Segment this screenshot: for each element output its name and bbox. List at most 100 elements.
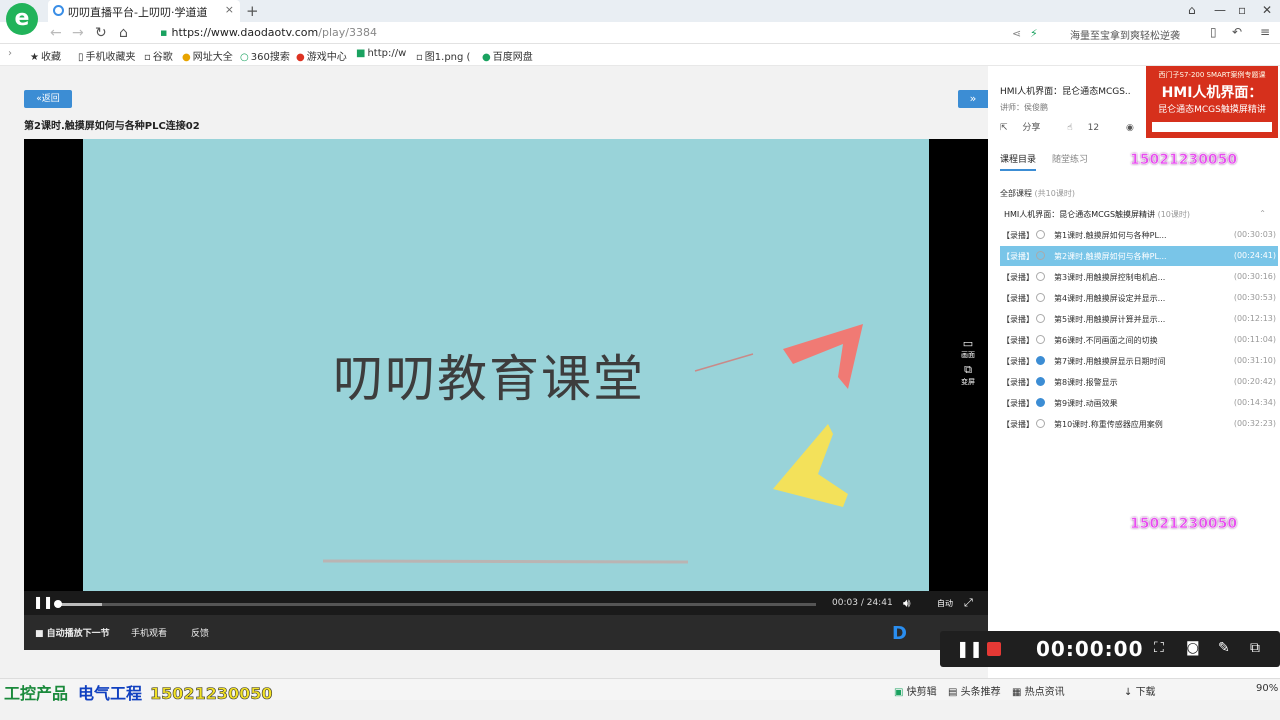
tab-practice[interactable]: 随堂练习	[1052, 152, 1088, 165]
lightning-icon[interactable]: ⚡	[1030, 27, 1038, 40]
lesson-name: 第6课时.不同画面之间的切换	[1054, 336, 1158, 345]
bookmark-toggle-icon[interactable]: ›	[8, 48, 12, 59]
bookmark-item[interactable]: ● 网址大全	[182, 48, 233, 63]
forward-nav-icon[interactable]: →	[72, 25, 84, 41]
game-icon: ●	[296, 52, 305, 63]
like-button[interactable]: ☝ 12	[1067, 123, 1111, 133]
banner-strip	[1152, 122, 1272, 132]
record-pause-button[interactable]: ❚❚	[956, 639, 983, 658]
pause-button[interactable]: ❚❚	[33, 595, 53, 609]
star-icon: ★	[30, 52, 39, 63]
new-tab-button[interactable]: +	[246, 2, 259, 20]
browser-logo-icon[interactable]: e	[6, 3, 38, 35]
lesson-tag: 【录播】	[1002, 336, 1034, 345]
time-display: 00:03 / 24:41	[832, 598, 893, 608]
lesson-row[interactable]: 【录播】 第2课时.触摸屏如何与各种PL... (00:24:41)	[1000, 246, 1278, 266]
course-sidebar: HMI人机界面：昆仑通态MCGS... 讲师：侯俊鹏 ⇱ 分享 ☝ 12 ◉ 8…	[988, 66, 1280, 680]
screen-label: 画面	[961, 351, 975, 359]
pen-icon[interactable]: ✎	[1218, 640, 1230, 656]
fullscreen-icon[interactable]: ⤢	[964, 596, 973, 610]
feedback-link[interactable]: 反馈	[191, 626, 209, 639]
undo-icon[interactable]: ↶	[1232, 25, 1242, 39]
tab-close-icon[interactable]: ×	[225, 3, 234, 16]
progress-circle-icon	[1036, 230, 1045, 239]
maximize-button[interactable]: ▫	[1238, 3, 1246, 17]
bookmark-item[interactable]: ○ 360搜索	[240, 48, 290, 63]
progress-knob[interactable]	[54, 600, 62, 608]
lesson-name: 第8课时.报警显示	[1054, 378, 1118, 387]
switch-label: 变屏	[961, 378, 975, 386]
lesson-duration: (00:31:10)	[1233, 356, 1276, 365]
skin-icon[interactable]: ⌂	[1188, 3, 1196, 17]
share-icon[interactable]: ⋖	[1012, 27, 1021, 40]
download-icon: ↓	[1124, 687, 1136, 698]
close-window-button[interactable]: ✕	[1262, 3, 1272, 17]
lesson-row[interactable]: 【录播】 第5课时.用触摸屏计算并显示... (00:12:13)	[1000, 309, 1278, 329]
video-player[interactable]: 叨叨教育课堂 ▭ 画面 ⧉ 变屏 ❚❚ 00:03 / 24:41 🔊︎ 自动 …	[24, 139, 988, 650]
bookmark-item[interactable]: ● 游戏中心	[296, 48, 347, 63]
yellow-check-shape	[773, 424, 848, 507]
chevron-up-icon[interactable]: ⌃	[1259, 209, 1266, 218]
mobile-watch-link[interactable]: 手机观看	[131, 626, 167, 639]
auto-quality-button[interactable]: 自动	[937, 598, 953, 609]
autoplay-next-toggle[interactable]: ■ 自动播放下一节	[35, 626, 110, 639]
lesson-row[interactable]: 【录播】 第10课时.称重传感器应用案例 (00:32:23)	[1000, 414, 1278, 434]
bookmark-item[interactable]: ★ 收藏	[30, 48, 61, 63]
back-button[interactable]: «返回	[24, 90, 72, 108]
reload-icon[interactable]: ↻	[95, 25, 107, 41]
lesson-row[interactable]: 【录播】 第6课时.不同画面之间的切换 (00:11:04)	[1000, 330, 1278, 350]
lesson-row[interactable]: 【录播】 第1课时.触摸屏如何与各种PL... (00:30:03)	[1000, 225, 1278, 245]
next-lesson-button[interactable]: »	[958, 90, 988, 108]
camera-icon[interactable]: ◙	[1186, 640, 1200, 656]
status-item[interactable]: ▤ 头条推荐	[948, 683, 1001, 698]
record-stop-button[interactable]	[987, 642, 1001, 656]
status-item[interactable]: ↓ 下载	[1124, 683, 1156, 698]
lesson-duration: (00:11:04)	[1233, 335, 1276, 344]
lesson-duration: (00:32:23)	[1233, 419, 1276, 428]
lesson-name: 第5课时.用触摸屏计算并显示...	[1054, 315, 1166, 324]
lesson-row[interactable]: 【录播】 第4课时.用触摸屏设定并显示... (00:30:53)	[1000, 288, 1278, 308]
lesson-title: 第2课时.触摸屏如何与各种PLC连接02	[24, 121, 200, 132]
tab-catalog[interactable]: 课程目录	[1000, 152, 1037, 171]
lesson-tag: 【录播】	[1002, 273, 1034, 282]
home-icon[interactable]: ⌂	[119, 25, 128, 41]
lesson-row[interactable]: 【录播】 第3课时.用触摸屏控制电机启... (00:30:16)	[1000, 267, 1278, 287]
lesson-row[interactable]: 【录播】 第9课时.动画效果 (00:14:34)	[1000, 393, 1278, 413]
bookmark-item[interactable]: ▫ 图1.png (	[416, 48, 470, 63]
lesson-name: 第4课时.用触摸屏设定并显示...	[1054, 294, 1166, 303]
status-item[interactable]: ▦ 热点资讯	[1012, 683, 1065, 698]
phone-icon[interactable]: ▯	[1210, 25, 1217, 39]
lesson-tag: 【录播】	[1002, 294, 1034, 303]
watermark-blue: 电气工程	[78, 684, 143, 703]
zoom-level[interactable]: 90%	[1256, 683, 1278, 694]
region-icon[interactable]: ⛶	[1154, 640, 1164, 656]
video-frame[interactable]: 叨叨教育课堂	[83, 139, 929, 591]
bookmark-item[interactable]: ▫ 谷歌	[144, 48, 173, 63]
watermark-yellow: 15021230050	[150, 684, 273, 704]
course-group-header[interactable]: HMI人机界面：昆仑通态MCGS触摸屏精讲 (10课时) ⌃	[1004, 209, 1274, 220]
window-icon[interactable]: ⧉	[1250, 640, 1260, 656]
group-title-text: HMI人机界面：昆仑通态MCGS触摸屏精讲	[1004, 210, 1156, 219]
lesson-duration: (00:30:53)	[1233, 293, 1276, 302]
lesson-row[interactable]: 【录播】 第8课时.报警显示 (00:20:42)	[1000, 372, 1278, 392]
progress-bar[interactable]	[56, 603, 816, 606]
browser-tab[interactable]: 叨叨直播平台-上叨叨·学道道 ×	[48, 0, 240, 22]
url-field[interactable]: ▪ https://www.daodaotv.com/play/3384	[160, 26, 377, 39]
volume-icon[interactable]: 🔊︎	[903, 596, 911, 611]
bookmark-item[interactable]: ▯ 手机收藏夹	[78, 48, 136, 63]
lesson-name: 第7课时.用触摸屏显示日期时间	[1054, 357, 1166, 366]
minimize-button[interactable]: —	[1214, 3, 1226, 17]
menu-icon[interactable]: ≡	[1260, 25, 1270, 39]
back-nav-icon[interactable]: ←	[50, 25, 62, 41]
red-check-shape	[783, 324, 863, 389]
screen-side-button[interactable]: ▭ 画面 ⧉ 变屏	[959, 337, 977, 387]
share-button[interactable]: ⇱ 分享	[1000, 123, 1052, 133]
lesson-row[interactable]: 【录播】 第7课时.用触摸屏显示日期时间 (00:31:10)	[1000, 351, 1278, 371]
course-banner[interactable]: 西门子S7-200 SMART案例专题课 HMI人机界面： 昆仑通态MCGS触摸…	[1146, 66, 1278, 138]
lesson-tag: 【录播】	[1002, 357, 1034, 366]
lesson-name: 第9课时.动画效果	[1054, 399, 1118, 408]
bookmark-item[interactable]: ● 百度网盘	[482, 48, 533, 63]
status-item[interactable]: ▣ 快剪辑	[894, 683, 937, 698]
bookmark-item[interactable]: ■ http://w	[356, 48, 406, 59]
search-hint[interactable]: 海量至宝拿到爽轻松逆袭	[1070, 27, 1188, 42]
